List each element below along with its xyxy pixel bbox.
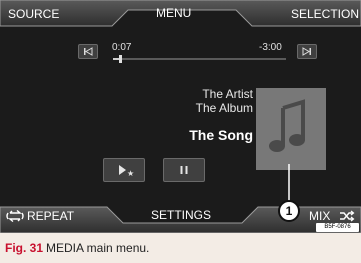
progress-handle[interactable] [118, 55, 122, 63]
selection-button[interactable]: SELECTION [291, 7, 359, 21]
mix-button[interactable]: MIX [309, 209, 330, 223]
menu-button[interactable]: MENU [156, 6, 191, 20]
image-code: B5F-0876 [316, 223, 359, 232]
top-nav-bar: SOURCE MENU SELECTION [0, 0, 361, 28]
prev-track-icon [84, 47, 93, 56]
figure-text: MEDIA main menu. [46, 241, 150, 255]
shuffle-icon [340, 210, 355, 222]
callout-leader-line [288, 164, 290, 201]
next-track-icon [302, 47, 311, 56]
pause-icon [180, 166, 188, 174]
media-screen: SOURCE MENU SELECTION 0:07 -3:00 The Art… [0, 0, 361, 233]
pause-button[interactable] [163, 158, 205, 182]
svg-text:★: ★ [127, 169, 134, 178]
artist-name: The Artist [202, 87, 253, 101]
repeat-icon [6, 210, 24, 222]
remaining-time: -3:00 [259, 42, 282, 53]
next-track-button[interactable] [297, 44, 317, 59]
elapsed-time: 0:07 [112, 42, 132, 53]
album-art [256, 88, 326, 170]
previous-track-button[interactable] [78, 44, 98, 59]
source-button[interactable]: SOURCE [8, 7, 59, 21]
play-favorite-icon: ★ [119, 165, 134, 178]
settings-button[interactable]: SETTINGS [151, 208, 211, 222]
figure-caption: Fig. 31 MEDIA main menu. [0, 233, 361, 263]
bottom-nav-bar: REPEAT SETTINGS MIX [0, 201, 361, 233]
callout-number: 1 [278, 200, 300, 222]
play-favorite-button[interactable]: ★ [103, 158, 145, 182]
repeat-button[interactable]: REPEAT [27, 209, 74, 223]
progress-track[interactable] [113, 55, 286, 63]
music-note-icon [269, 99, 305, 152]
album-name: The Album [195, 101, 253, 115]
figure-label: Fig. 31 [5, 241, 44, 255]
song-title: The Song [189, 127, 253, 143]
